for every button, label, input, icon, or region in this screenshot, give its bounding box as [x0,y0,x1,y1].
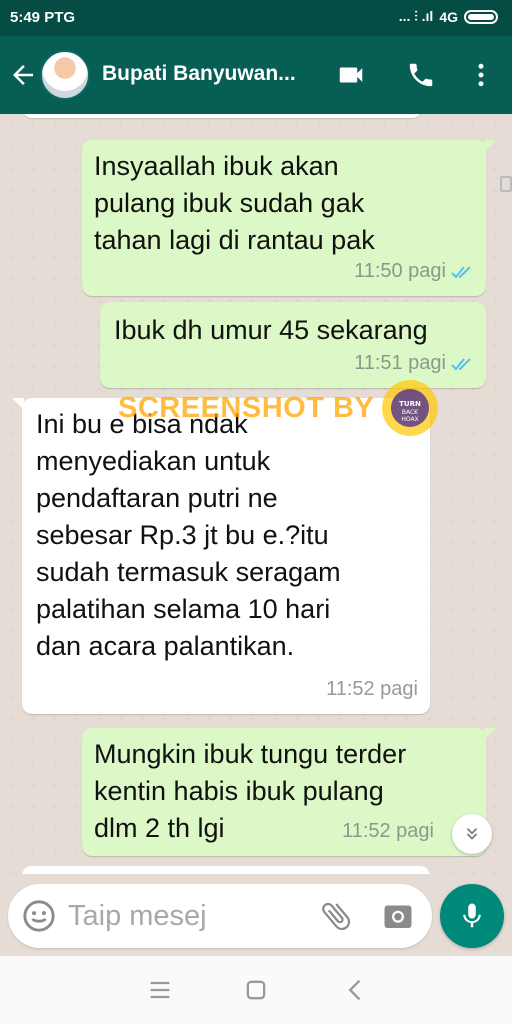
message-bubble-outgoing[interactable]: Ibuk dh umur 45 sekarang 11:51 pagi [100,302,486,388]
home-nav-icon[interactable] [242,976,270,1004]
svg-text:TURN: TURN [399,400,421,408]
message-text: Ini bu e bisa ndak menyediakan untuk pen… [36,409,341,661]
message-meta: 11:52 pagi [326,671,418,708]
avatar[interactable] [40,50,90,100]
message-bubble-outgoing[interactable]: Insyaallah ibuk akan pulang ibuk sudah g… [82,140,496,296]
message-time: 11:50 pagi [354,260,446,282]
status-time: 5:49 PTG [10,9,76,26]
message-text: Ibuk dh umur 45 sekarang [114,315,428,345]
message-meta: 11:50 pagi [354,253,474,290]
next-message-partial [22,866,430,874]
message-meta: 11:52 pagi [342,813,434,850]
svg-text:HOAX: HOAX [401,416,418,423]
message-bubble-incoming[interactable]: Ini bu e bisa ndak menyediakan untuk pen… [12,398,430,714]
status-bar: 5:49 PTG ... ⫶ .ıl 4G [0,0,512,36]
phone-icon[interactable] [406,60,436,90]
attach-icon[interactable] [318,898,354,934]
svg-text:BACK: BACK [402,409,419,416]
side-marker [500,176,512,192]
message-text: Insyaallah ibuk akan pulang ibuk sudah g… [94,151,375,255]
message-input[interactable] [68,896,308,936]
status-indicators: ... ⫶ .ıl 4G [399,8,498,25]
chat-area[interactable]: Insyaallah ibuk akan pulang ibuk sudah g… [0,114,512,874]
read-ticks-icon [451,357,471,370]
message-time: 11:52 pagi [326,678,418,700]
scroll-down-button[interactable] [452,814,492,854]
message-meta: 11:51 pagi [354,345,474,382]
signal-icon: ... ⫶ .ıl [398,8,434,24]
emoji-icon[interactable] [22,899,56,933]
message-bubble-outgoing[interactable]: Mungkin ibuk tungu terder kentin habis i… [82,728,496,856]
message-time: 11:51 pagi [354,352,446,374]
mic-icon [463,903,481,928]
battery-icon [464,9,498,24]
back-arrow-icon[interactable] [8,60,38,90]
message-time: 11:52 pagi [342,820,434,842]
watermark-text: SCREENSHOT BY [118,392,375,424]
message-composer[interactable] [8,884,432,948]
contact-name[interactable]: Bupati Banyuwan... [102,62,296,86]
back-nav-icon[interactable] [342,976,370,1004]
video-call-icon[interactable] [336,60,366,90]
turnbackhoax-logo: TURN BACK HOAX [382,380,438,436]
menu-nav-icon[interactable] [146,976,174,1004]
read-ticks-icon [451,265,471,278]
composer-bar [0,874,512,956]
network-type: 4G [439,8,458,25]
system-nav-bar [0,956,512,1024]
previous-message-partial [22,114,422,118]
chevron-double-down-icon [466,828,478,840]
mic-button[interactable] [440,884,504,948]
more-vert-icon[interactable] [466,60,496,90]
chat-header: Bupati Banyuwan... [0,36,512,114]
camera-icon[interactable] [380,898,416,934]
